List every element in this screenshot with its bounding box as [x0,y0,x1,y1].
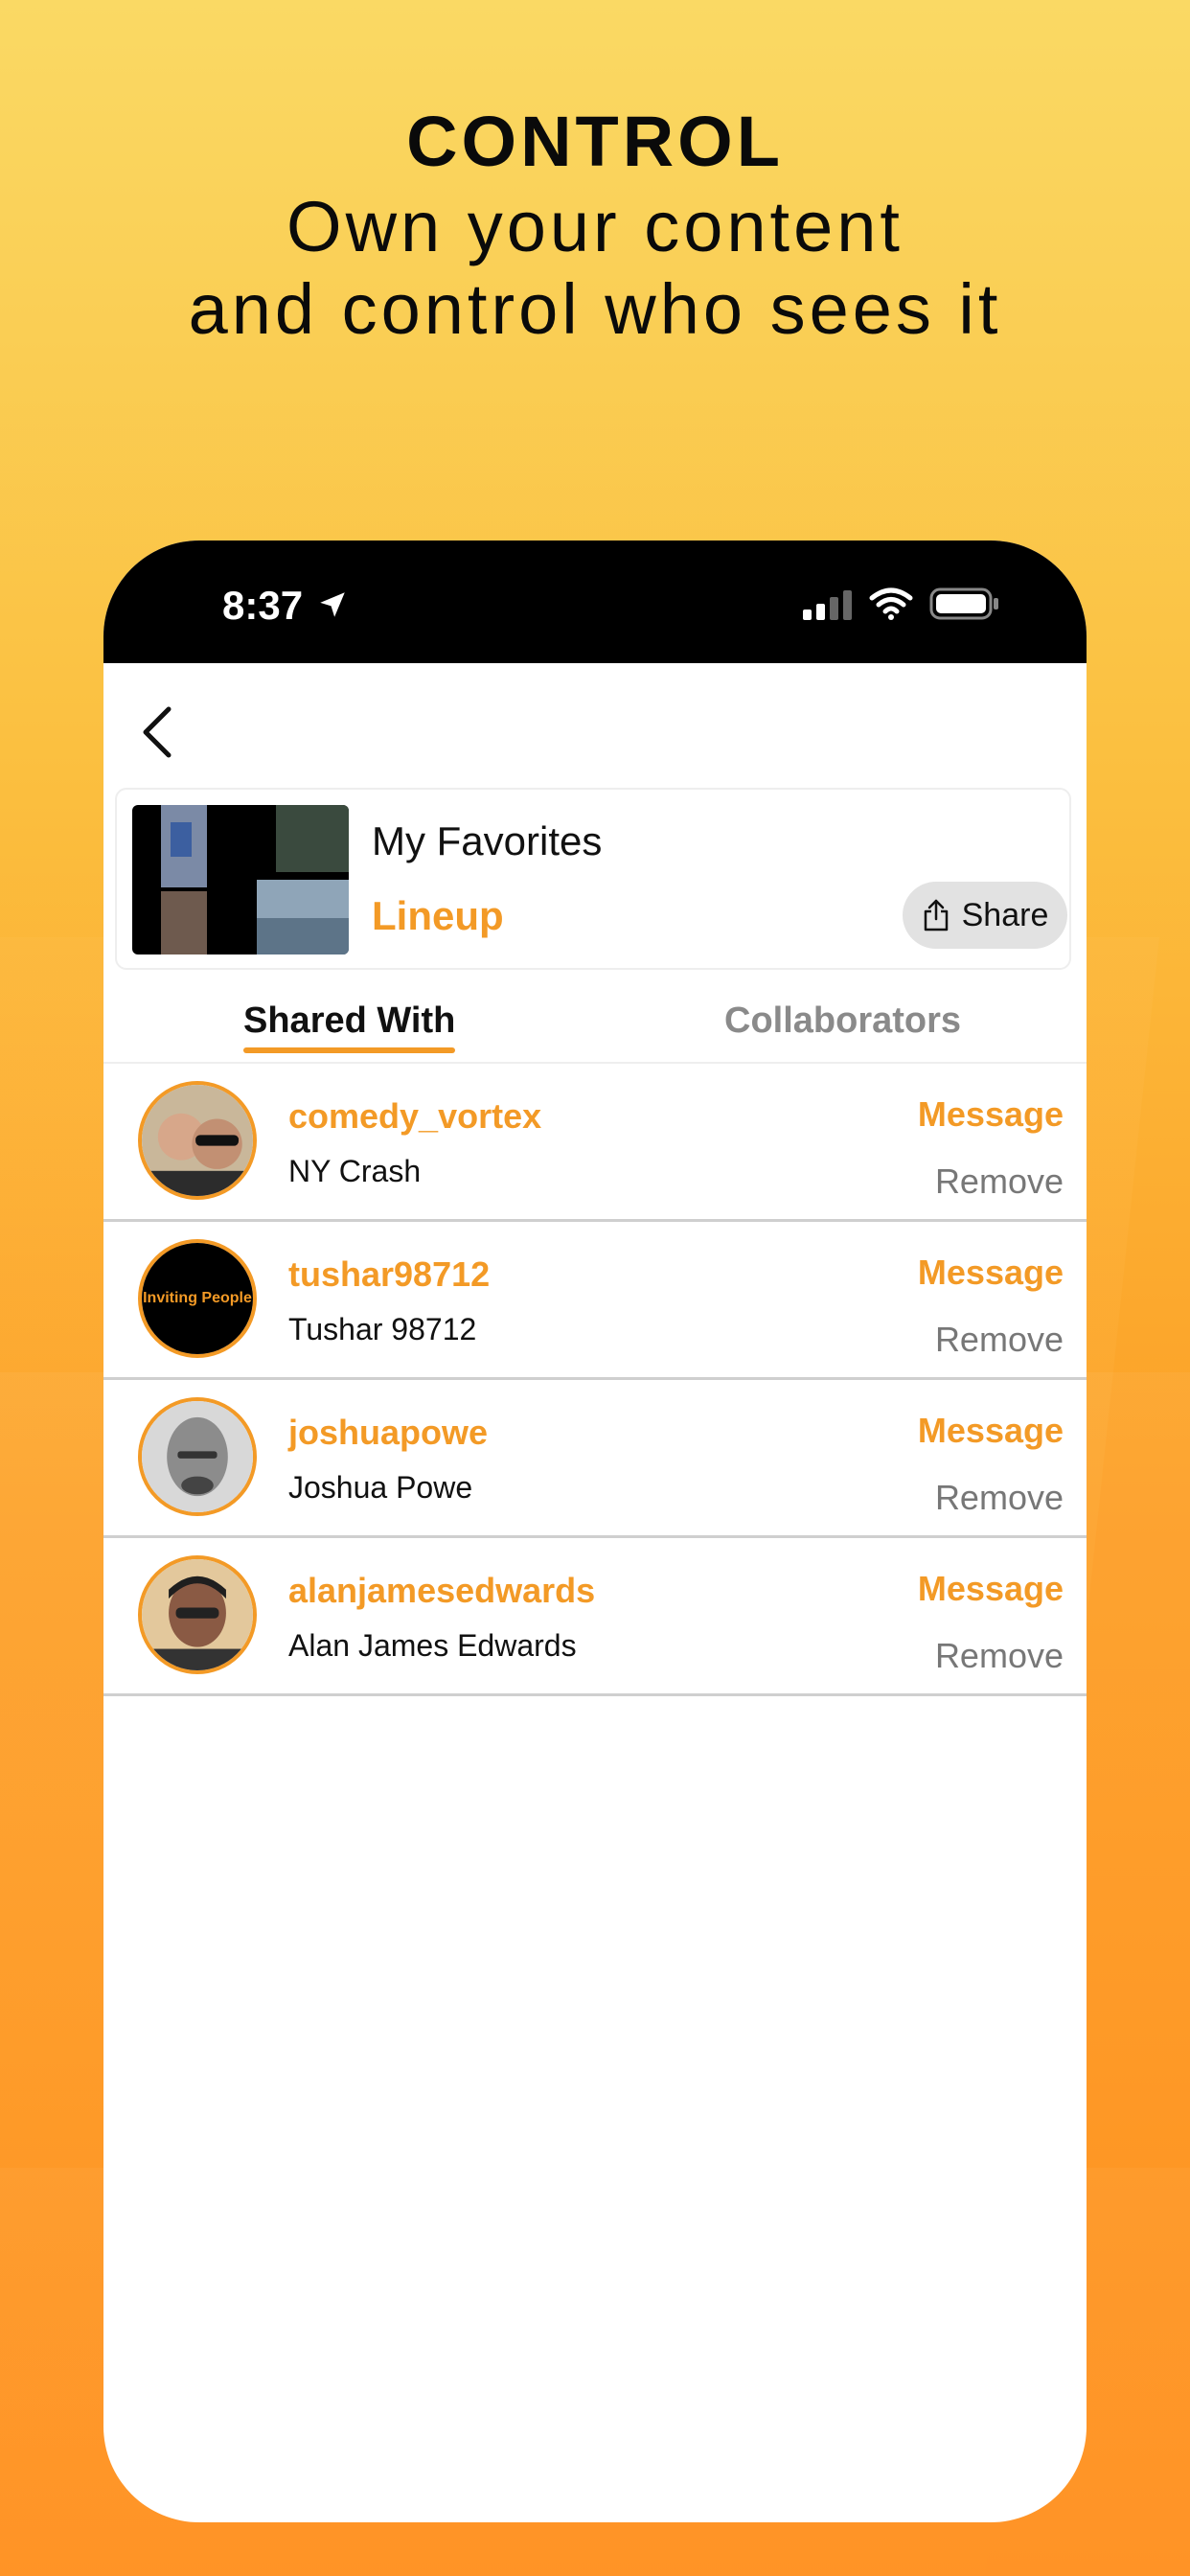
share-icon [924,899,948,932]
avatar[interactable]: Inviting People [138,1239,257,1358]
list-item: comedy_vortex NY Crash Message Remove [103,1064,1087,1222]
thumbnail-tile [276,805,349,872]
collection-title: My Favorites [372,818,603,863]
wifi-icon [869,587,913,620]
thumbnail-tile [161,891,207,954]
message-button[interactable]: Message [918,1094,1064,1135]
member-name: Alan James Edwards [288,1628,577,1663]
tab-bar: Shared With Collaborators [103,981,1087,1064]
phone-screen: 8:37 My Favorites Lineup Share Shared Wi… [103,540,1087,2522]
avatar-photo [142,1085,253,1196]
share-button[interactable]: Share [903,882,1067,949]
headline-title: CONTROL [406,102,784,181]
avatar[interactable] [138,1397,257,1516]
share-label: Share [961,896,1049,933]
avatar-photo [142,1401,253,1512]
member-name: Tushar 98712 [288,1312,477,1346]
tab-shared-with[interactable]: Shared With [243,1000,456,1053]
collection-thumbnail[interactable] [132,805,349,954]
message-button[interactable]: Message [918,1411,1064,1451]
battery-icon [929,587,998,620]
collection-type-label: Lineup [372,893,504,938]
status-time: 8:37 [222,583,304,628]
member-name: Joshua Powe [288,1470,473,1505]
marketing-headline: CONTROL Own your content and control who… [0,98,1190,351]
message-button[interactable]: Message [918,1569,1064,1609]
cellular-signal-icon [803,590,852,620]
tab-collaborators[interactable]: Collaborators [724,1000,961,1042]
headline-line-1: Own your content [286,187,904,266]
shared-with-list: comedy_vortex NY Crash Message Remove In… [103,1064,1087,1696]
list-item: Inviting People tushar98712 Tushar 98712… [103,1222,1087,1380]
headline-line-2: and control who sees it [188,269,1002,349]
collection-card: My Favorites Lineup Share [115,788,1071,970]
location-arrow-icon [320,592,345,617]
member-name: NY Crash [288,1154,422,1188]
thumbnail-tile [257,918,349,954]
member-username[interactable]: joshuapowe [288,1413,488,1453]
avatar[interactable] [138,1555,257,1674]
list-item: joshuapowe Joshua Powe Message Remove [103,1380,1087,1538]
member-username[interactable]: tushar98712 [288,1254,490,1295]
remove-button[interactable]: Remove [935,1162,1064,1202]
thumbnail-tile [171,822,192,857]
member-username[interactable]: comedy_vortex [288,1096,541,1137]
remove-button[interactable]: Remove [935,1636,1064,1676]
remove-button[interactable]: Remove [935,1320,1064,1360]
list-item: alanjamesedwards Alan James Edwards Mess… [103,1538,1087,1696]
member-username[interactable]: alanjamesedwards [288,1571,595,1611]
remove-button[interactable]: Remove [935,1478,1064,1518]
avatar[interactable] [138,1081,257,1200]
avatar-logo-text: Inviting People [142,1243,253,1354]
back-chevron-icon[interactable] [130,698,184,767]
message-button[interactable]: Message [918,1253,1064,1293]
status-bar: 8:37 [103,540,1087,663]
avatar-photo [142,1559,253,1670]
